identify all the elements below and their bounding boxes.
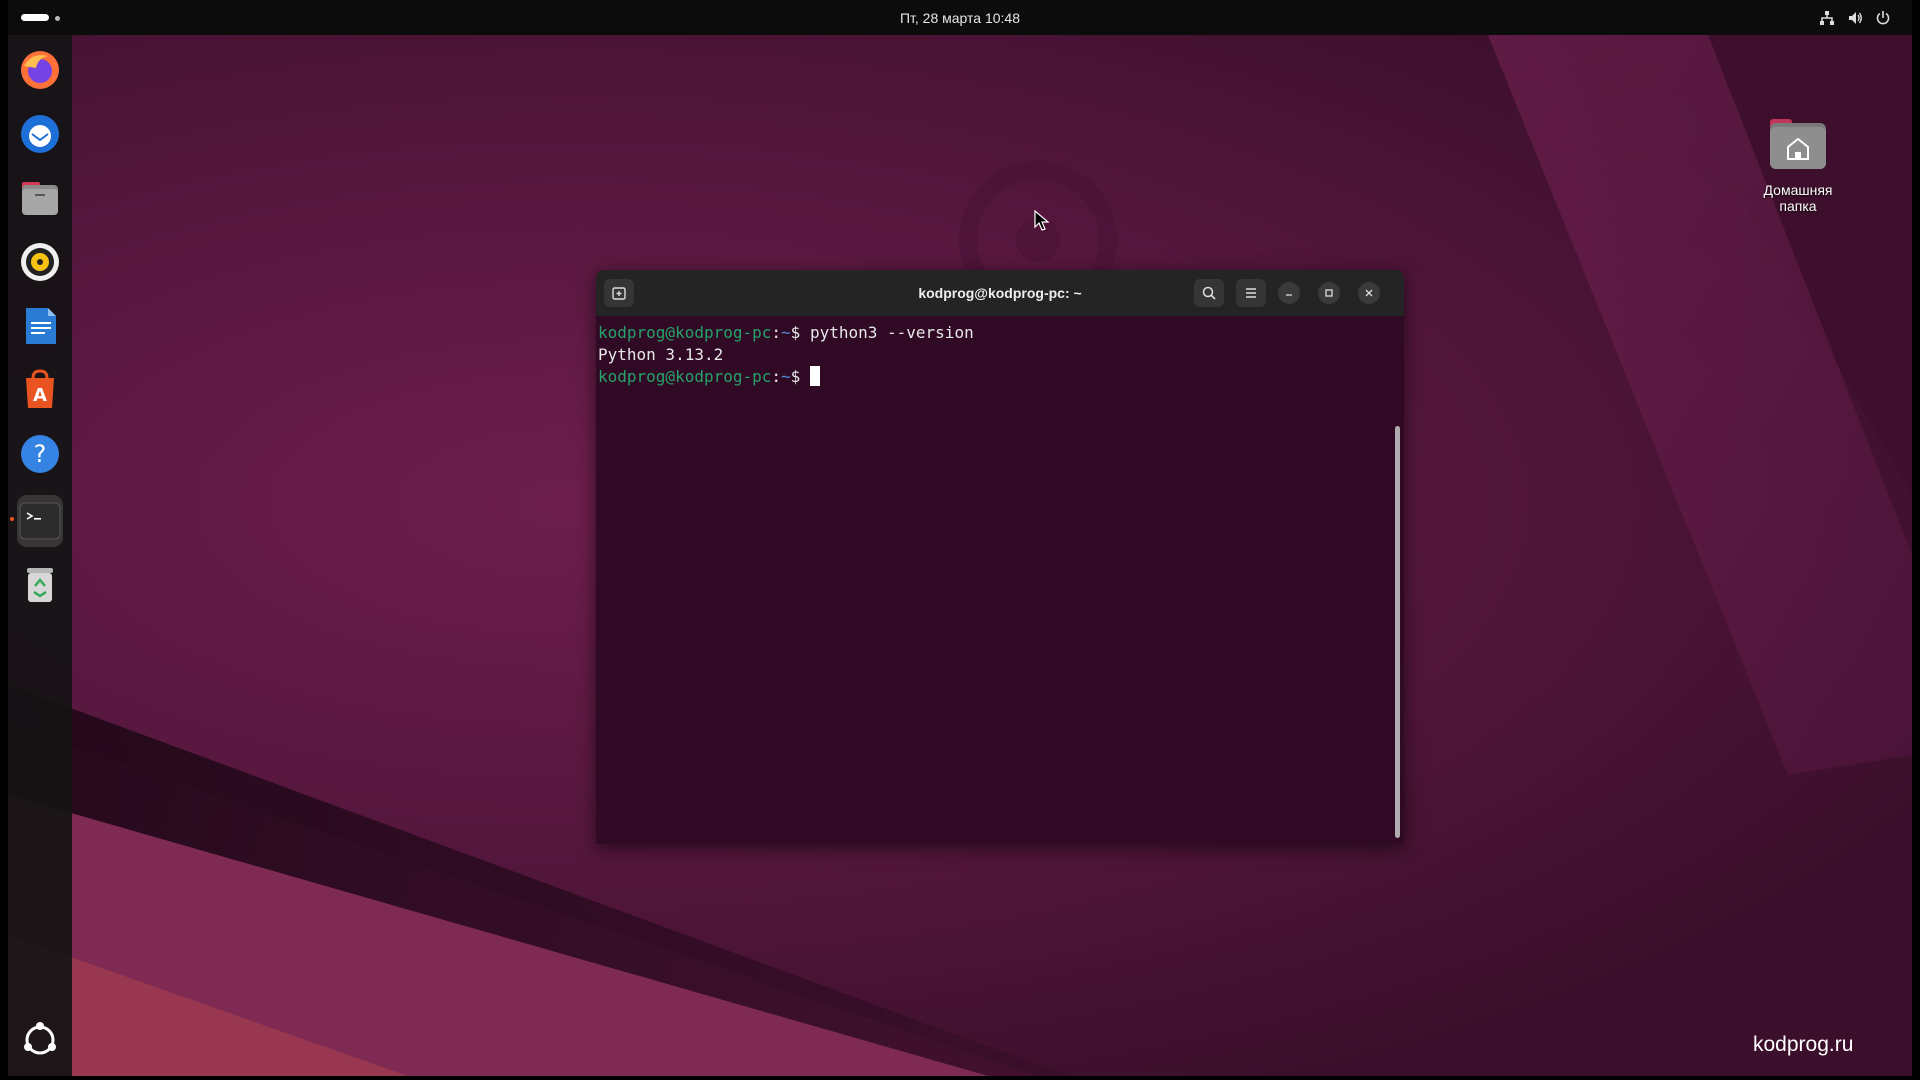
menu-button[interactable]	[1236, 279, 1266, 307]
dock-rhythmbox[interactable]	[17, 239, 63, 285]
volume-icon[interactable]	[1846, 9, 1864, 27]
command-text	[800, 367, 810, 386]
watermark-text: kodprog.ru	[1753, 1033, 1854, 1056]
network-icon[interactable]	[1818, 9, 1836, 27]
rhythmbox-icon	[21, 243, 59, 281]
home-folder-shortcut[interactable]: Домашняя папка	[1748, 115, 1848, 214]
writer-icon	[26, 308, 56, 344]
command-text: python3 --version	[800, 323, 974, 342]
show-apps-icon	[24, 1022, 56, 1055]
top-bar: Пт, 28 марта 10:48	[8, 0, 1912, 35]
maximize-button[interactable]	[1318, 282, 1340, 304]
dock-files[interactable]	[17, 175, 63, 221]
prompt-user: kodprog@kodprog-pc	[598, 367, 772, 386]
thunderbird-icon	[21, 115, 59, 153]
text-cursor	[809, 366, 820, 386]
running-indicator	[10, 517, 14, 521]
home-folder-label: Домашняя папка	[1763, 182, 1833, 214]
dock-firefox[interactable]	[17, 47, 63, 93]
dock: A ?	[8, 35, 72, 1076]
command-output: Python 3.13.2	[598, 345, 724, 364]
maximize-icon	[1325, 289, 1333, 297]
mouse-pointer-icon	[1034, 210, 1050, 231]
dock-writer[interactable]	[17, 303, 63, 349]
prompt-separator: :	[771, 367, 782, 386]
minimize-icon	[1286, 294, 1292, 296]
search-icon	[1202, 286, 1216, 300]
terminal-scrollbar[interactable]	[1395, 426, 1400, 838]
dock-terminal[interactable]	[17, 495, 63, 547]
power-icon[interactable]	[1874, 9, 1892, 27]
dock-help[interactable]: ?	[17, 431, 63, 477]
svg-text:?: ?	[34, 440, 47, 468]
show-apps-button[interactable]	[17, 1017, 63, 1063]
terminal-window[interactable]: kodprog@kodprog-pc: ~ kodprog@kodprog-pc…	[596, 270, 1404, 844]
terminal-icon	[19, 502, 61, 540]
home-folder-icon	[1770, 119, 1826, 169]
prompt-path: ~	[781, 323, 791, 342]
prompt-symbol: $	[790, 367, 801, 386]
close-button[interactable]	[1358, 282, 1380, 304]
prompt-separator: :	[771, 323, 782, 342]
app-center-icon: A	[26, 369, 54, 408]
system-tray[interactable]	[1818, 9, 1892, 27]
trash-icon	[27, 568, 53, 602]
terminal-line: kodprog@kodprog-pc:~$ python3 --version	[598, 322, 1390, 344]
svg-text:A: A	[33, 385, 47, 406]
terminal-line: Python 3.13.2	[598, 344, 1390, 366]
terminal-output[interactable]: kodprog@kodprog-pc:~$ python3 --version P…	[598, 322, 1390, 844]
search-button[interactable]	[1194, 279, 1224, 307]
minimize-button[interactable]	[1278, 282, 1300, 304]
hamburger-menu-icon	[1246, 288, 1256, 298]
prompt-path: ~	[781, 367, 791, 386]
firefox-icon	[21, 51, 59, 89]
dock-trash[interactable]	[17, 561, 63, 607]
dock-thunderbird[interactable]	[17, 111, 63, 157]
terminal-line: kodprog@kodprog-pc:~$	[598, 366, 1390, 388]
prompt-user: kodprog@kodprog-pc	[598, 323, 772, 342]
terminal-headerbar[interactable]: kodprog@kodprog-pc: ~	[596, 270, 1404, 316]
date-time[interactable]: Пт, 28 марта 10:48	[8, 10, 1912, 26]
prompt-symbol: $	[790, 323, 801, 342]
screen: Домашняя папка kodprog.ru Пт, 28 марта 1…	[8, 0, 1912, 1076]
files-icon	[22, 182, 58, 215]
dock-app-center[interactable]: A	[17, 367, 63, 413]
close-icon	[1365, 289, 1373, 297]
help-icon: ?	[21, 435, 59, 473]
